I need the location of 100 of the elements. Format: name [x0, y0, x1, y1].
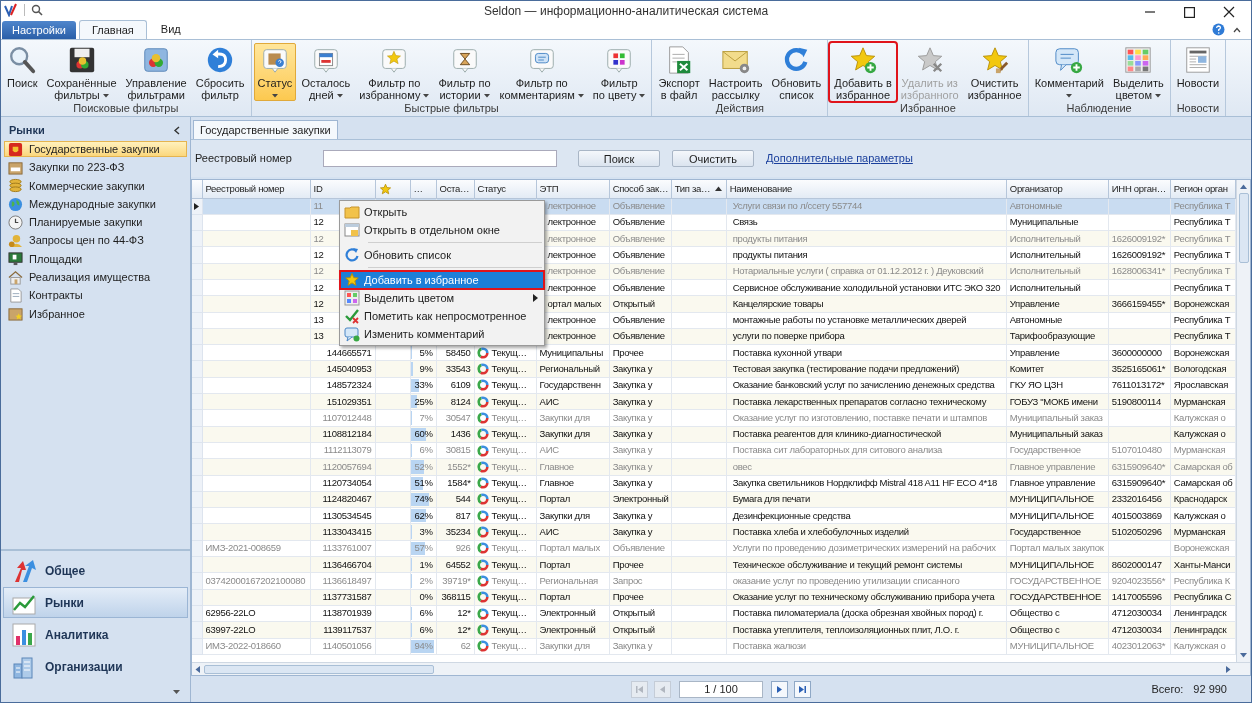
navigation-button[interactable]: Организации	[3, 651, 188, 682]
table-cell: Управление	[1006, 295, 1109, 313]
ribbon-tab[interactable]: Вид	[148, 20, 193, 39]
scroll-right-icon	[1226, 665, 1231, 673]
status-text: Текущ…	[491, 476, 527, 491]
sidebar-item[interactable]: Государственные закупки	[4, 141, 187, 158]
status-text: Текущ…	[491, 573, 527, 588]
table-cell: 64552	[436, 556, 475, 573]
ribbon-button[interactable]: Новости	[1172, 43, 1224, 101]
table-cell: Республика С	[1170, 589, 1236, 606]
ribbon-button[interactable]: Осталось дней	[297, 43, 355, 101]
row-pointer-icon	[194, 202, 199, 210]
filter-button[interactable]: Поиск	[578, 150, 660, 167]
table-cell: 4023012063*	[1108, 638, 1171, 655]
column-header[interactable]: Способ зак…	[612, 182, 669, 194]
status-text: Текущ…	[491, 378, 527, 393]
ribbon-button[interactable]: Настроить рассылку	[704, 43, 767, 101]
sidebar-item[interactable]: Коммерческие закупки	[4, 177, 187, 194]
status-ring-icon	[476, 591, 489, 604]
ribbon-button[interactable]: Комментарий	[1030, 43, 1108, 101]
table-cell: Главное управление	[1006, 475, 1109, 492]
column-header[interactable]: Тип за…	[674, 182, 711, 194]
column-header[interactable]: ИНН орган…	[1111, 182, 1166, 194]
table-cell: 1140501056	[310, 638, 376, 655]
document-tab[interactable]: Государственные закупки	[193, 120, 338, 139]
table-cell: Бумага для печати	[726, 491, 1007, 508]
ribbon-button[interactable]: Обновить список	[767, 43, 826, 101]
table-cell: Ленинградск	[1170, 605, 1236, 622]
table-cell: Открытый	[609, 605, 672, 622]
table-cell: Республика Т	[1170, 230, 1236, 247]
status-text: Текущ…	[491, 443, 527, 458]
ribbon-button[interactable]: Управление фильтрами	[121, 43, 191, 101]
sidebar-item[interactable]: Реализация имущества	[4, 269, 187, 286]
sidebar-item[interactable]: Международные закупки	[4, 195, 187, 213]
column-header[interactable]: ID	[313, 182, 323, 194]
bar-chart-icon	[11, 621, 37, 648]
sidebar-item[interactable]: Площадки	[4, 250, 187, 268]
navigation-button[interactable]: Аналитика	[3, 619, 188, 650]
table-cell: Закупка у	[609, 458, 672, 476]
ribbon-button[interactable]: Сохранённые фильтры	[42, 43, 121, 101]
table-cell: АИС	[536, 442, 610, 459]
ribbon-button[interactable]: Выделить цветом	[1108, 43, 1168, 101]
clock-icon	[8, 214, 23, 230]
table-cell: Мурманская	[1170, 523, 1236, 541]
navigation-button[interactable]: Общее	[3, 555, 188, 586]
table-cell: оказание услуг по проведению утилизации списанного	[726, 572, 1007, 590]
scrollbar-thumb[interactable]	[1238, 193, 1249, 263]
sidebar-item[interactable]: Планируемые закупки	[4, 214, 187, 231]
magnifier-icon	[7, 45, 38, 75]
sidebar-item[interactable]: Запросы цен по 44-ФЗ	[4, 232, 187, 249]
menu-item[interactable]: Добавить в избранное	[340, 271, 544, 289]
ribbon-button[interactable]: Фильтр по избранному	[355, 43, 434, 101]
ribbon-button[interactable]: Очистить избранное	[963, 43, 1026, 101]
table-cell: 30815	[436, 442, 475, 459]
table-cell: ГОСУДАРСТВЕННОЕ	[1006, 589, 1109, 606]
table-cell: Закупки для	[536, 409, 610, 427]
page-field[interactable]: 1 / 100	[679, 680, 763, 698]
filter-button[interactable]: Очистить	[672, 150, 754, 167]
table-cell: Республика Т	[1170, 198, 1236, 215]
column-header[interactable]: Статус	[477, 182, 506, 194]
table-cell: 4712030034	[1108, 621, 1171, 638]
ribbon-button[interactable]: Сбросить фильтр	[191, 43, 249, 101]
column-header[interactable]: Регион орган	[1173, 182, 1228, 194]
scrollbar-thumb[interactable]	[204, 664, 434, 674]
star-plus-icon	[848, 45, 879, 75]
column-header[interactable]: ЭТП	[539, 182, 559, 194]
table-cell: Открытый	[609, 295, 672, 313]
ribbon-button[interactable]: Поиск	[3, 43, 42, 101]
column-header[interactable]: Организатор	[1009, 182, 1063, 194]
navigation-button[interactable]: Рынки	[3, 587, 188, 618]
sidebar-item[interactable]: Контракты	[4, 287, 187, 304]
app-menu-tab[interactable]: Настройки	[2, 21, 76, 39]
input-field[interactable]	[323, 150, 557, 167]
ribbon-tab[interactable]: Главная	[78, 20, 147, 39]
table-cell: Открытый	[609, 621, 672, 638]
ribbon-button[interactable]: Фильтр по комментариям	[495, 43, 588, 101]
next-page-button[interactable]	[771, 680, 788, 698]
column-header[interactable]: Наименование	[729, 182, 792, 194]
close-icon	[1223, 6, 1235, 18]
table-cell: МУНИЦИПАЛЬНОЕ	[1006, 556, 1109, 573]
table-cell: Автономные	[1006, 312, 1109, 329]
table-cell: Муниципальный заказ	[1006, 409, 1109, 427]
link[interactable]: Дополнительные параметры	[766, 150, 913, 167]
column-header[interactable]: Оста…	[439, 182, 470, 194]
table-cell: Главное управление	[1006, 458, 1109, 476]
column-header[interactable]: …	[413, 182, 423, 194]
sidebar-item[interactable]: Закупки по 223-ФЗ	[4, 159, 187, 176]
table-cell: Связь	[726, 214, 1007, 231]
table-cell: Объявление	[609, 230, 672, 247]
ribbon-button[interactable]: Фильтр по цвету	[588, 43, 650, 101]
last-page-button[interactable]	[794, 680, 811, 698]
ribbon-button[interactable]: Статус	[253, 43, 297, 101]
sidebar-item[interactable]: Избранное	[4, 305, 187, 322]
ribbon-button[interactable]: Экспорт в файл	[654, 43, 704, 101]
ribbon-button[interactable]: Фильтр по истории	[434, 43, 495, 101]
column-header[interactable]: Реестровый номер	[205, 182, 285, 194]
table-cell: ГКУ ЯО ЦЗН	[1006, 377, 1109, 394]
table-cell: 1139117537	[310, 621, 376, 638]
ribbon-button[interactable]: Добавить в избранное	[830, 43, 896, 101]
table-cell: Объявление	[609, 540, 672, 557]
